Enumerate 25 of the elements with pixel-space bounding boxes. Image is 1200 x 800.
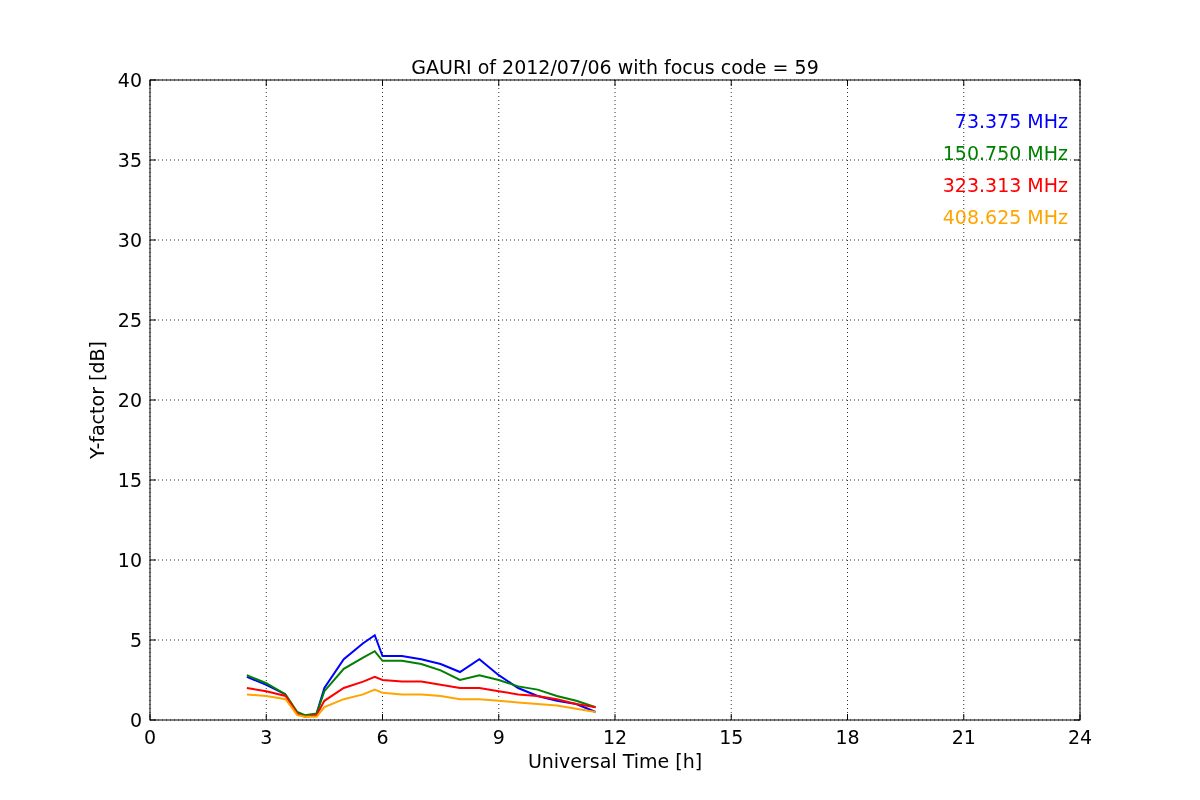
tick-label: 0	[143, 726, 157, 748]
tick-label: 18	[835, 726, 860, 748]
tick-label: 15	[719, 726, 744, 748]
tick-label: 5	[129, 629, 142, 651]
tick-label: 24	[1067, 726, 1093, 748]
tick-label: 12	[602, 726, 628, 748]
tick-label: 15	[117, 469, 142, 491]
legend-label: 150.750 MHz	[942, 142, 1068, 164]
tick-label: 10	[117, 549, 142, 571]
tick-label: 40	[117, 69, 142, 91]
tick-label: 6	[376, 726, 389, 748]
tick-label: 9	[492, 726, 505, 748]
tick-label: 3	[260, 726, 273, 748]
tick-label: 21	[951, 726, 976, 748]
y-axis-label: Y-factor [dB]	[86, 341, 108, 459]
tick-label: 25	[117, 309, 142, 331]
tick-label: 0	[129, 709, 142, 731]
legend-label: 323.313 MHz	[942, 174, 1068, 196]
chart-title: GAURI of 2012/07/06 with focus code = 59	[411, 56, 819, 78]
legend-label: 408.625 MHz	[942, 206, 1068, 228]
legend-label: 73.375 MHz	[954, 110, 1068, 132]
x-axis-label: Universal Time [h]	[527, 750, 703, 772]
tick-label: 30	[117, 229, 142, 251]
tick-label: 20	[117, 389, 142, 411]
tick-label: 35	[117, 149, 142, 171]
